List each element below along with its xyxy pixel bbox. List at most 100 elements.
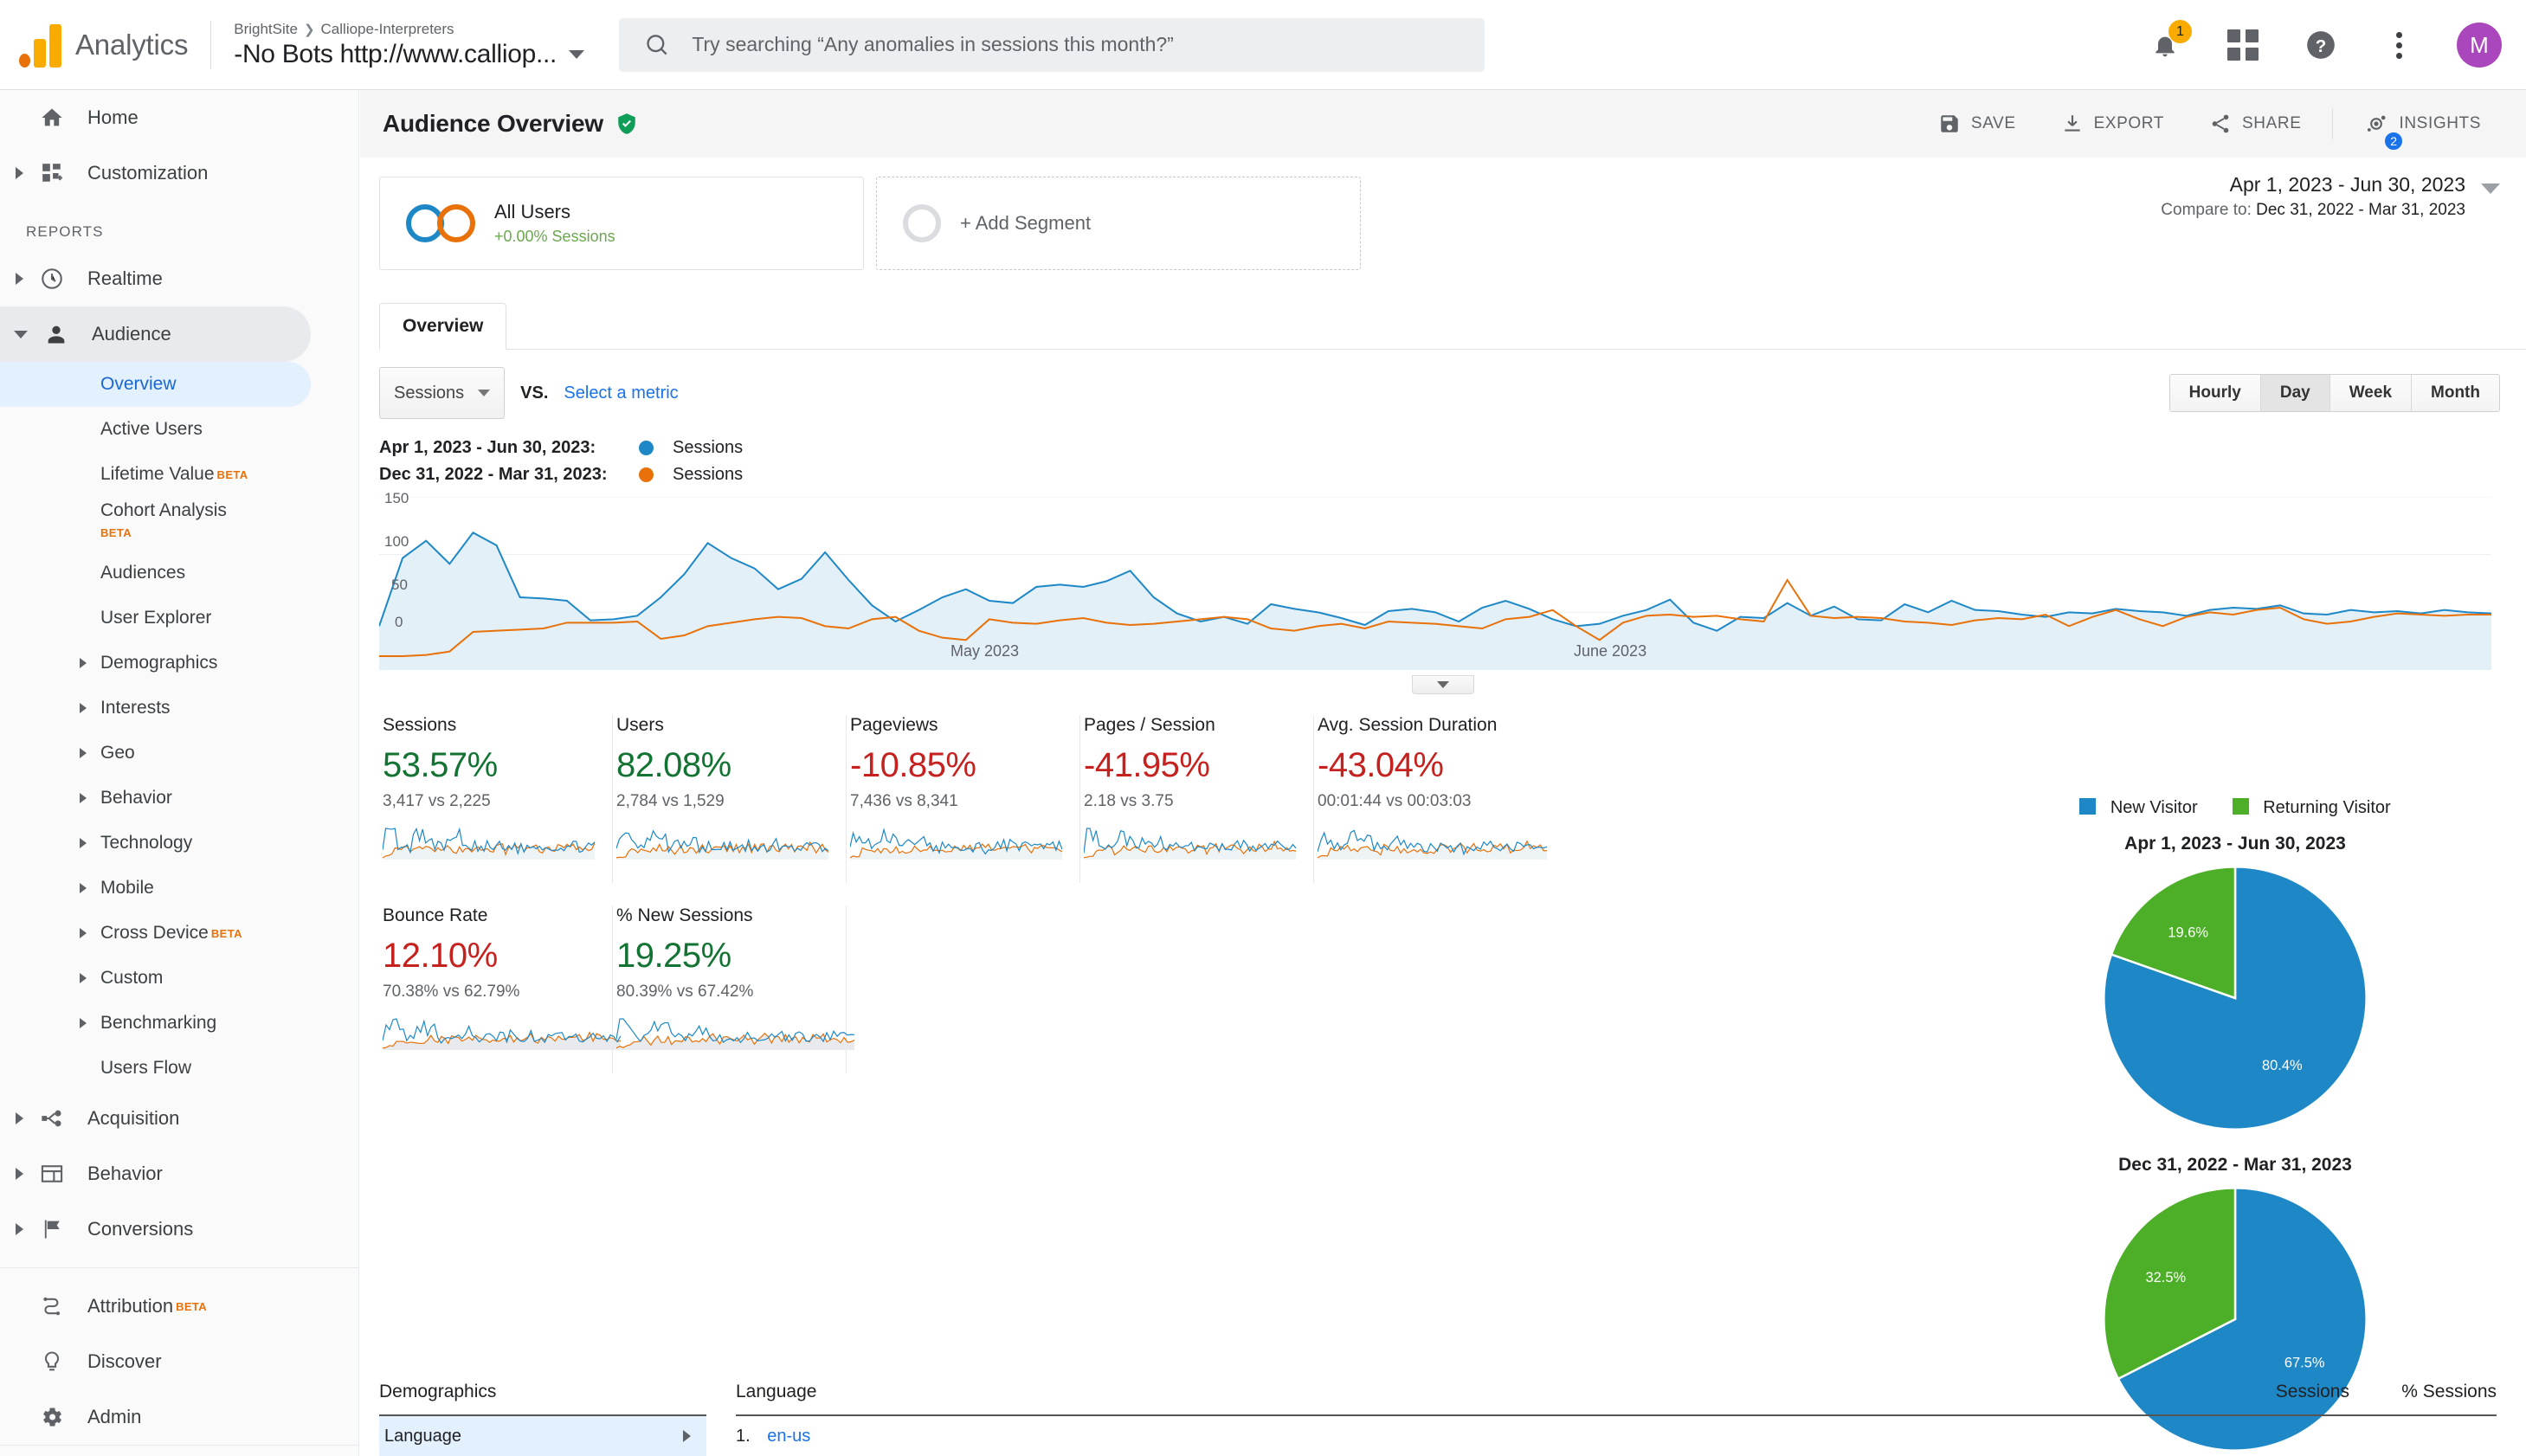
sidebar-item-lifetime-value[interactable]: Lifetime Value BETA xyxy=(0,452,358,497)
metric-card-new-sessions[interactable]: % New Sessions 19.25% 80.39% vs 67.42% xyxy=(613,905,855,1073)
behavior-icon xyxy=(37,1162,67,1186)
y-tick-150: 150 xyxy=(384,490,409,506)
sparkline xyxy=(849,828,1063,860)
sidebar-item-technology[interactable]: Technology xyxy=(0,821,358,866)
bulb-icon xyxy=(37,1350,67,1374)
notification-badge: 1 xyxy=(2168,20,2192,43)
sidebar-item-interests[interactable]: Interests xyxy=(0,686,358,731)
demographics-row-label: Language xyxy=(384,1426,461,1446)
sidebar-item-behavior[interactable]: Behavior xyxy=(0,776,358,821)
chevron-right-icon xyxy=(80,793,87,803)
granularity-hourly[interactable]: Hourly xyxy=(2169,375,2261,411)
sidebar-subitem-label: User Explorer xyxy=(100,608,212,628)
download-icon xyxy=(2064,115,2080,132)
metric-compare: 3,417 vs 2,225 xyxy=(383,792,491,810)
metric-select[interactable]: Sessions xyxy=(379,367,506,419)
sidebar-item-demographics[interactable]: Demographics xyxy=(0,641,358,686)
legend-row: Dec 31, 2022 - Mar 31, 2023: Sessions xyxy=(379,465,2526,485)
granularity-month[interactable]: Month xyxy=(2412,375,2499,411)
help-button[interactable]: ? xyxy=(2301,25,2341,65)
metric-card-pages-per-session[interactable]: Pages / Session -41.95% 2.18 vs 3.75 xyxy=(1080,715,1314,883)
chevron-down-icon[interactable] xyxy=(569,49,585,59)
column-header-sessions: Sessions xyxy=(2275,1382,2349,1401)
sidebar-item-mobile[interactable]: Mobile xyxy=(0,866,358,911)
sidebar-item-benchmarking[interactable]: Benchmarking xyxy=(0,1001,358,1046)
page-header: Audience Overview SAVE EXPORT SHARE 2 IN… xyxy=(360,90,2526,158)
language-link[interactable]: en-us xyxy=(767,1427,810,1446)
beta-badge: BETA xyxy=(210,926,242,940)
collapse-sidebar-button[interactable] xyxy=(0,1445,358,1456)
date-range-picker[interactable]: Apr 1, 2023 - Jun 30, 2023 Compare to: D… xyxy=(2161,173,2500,220)
property-selector[interactable]: BrightSite ❯ Calliope-Interpreters -No B… xyxy=(234,21,585,69)
granularity-week[interactable]: Week xyxy=(2329,375,2413,411)
save-button[interactable]: SAVE xyxy=(1916,113,2039,135)
sidebar-item-acquisition[interactable]: Acquisition xyxy=(0,1091,358,1146)
share-button[interactable]: SHARE xyxy=(2187,113,2323,135)
sidebar-item-label: Admin xyxy=(87,1406,142,1427)
metric-card-pageviews[interactable]: Pageviews -10.85% 7,436 vs 8,341 xyxy=(847,715,1080,883)
chart-collapse-button[interactable] xyxy=(1412,675,1474,694)
sidebar-item-label: Home xyxy=(87,106,139,128)
column-header-pct-sessions: % Sessions xyxy=(2401,1382,2497,1401)
notifications-button[interactable]: 1 xyxy=(2145,20,2192,65)
chevron-down-icon[interactable] xyxy=(2481,184,2500,194)
sidebar-item-active-users[interactable]: Active Users xyxy=(0,407,358,452)
tab-overview[interactable]: Overview xyxy=(379,303,507,350)
sidebar-item-cross-device[interactable]: Cross Device BETA xyxy=(0,911,358,956)
legend-label: Returning Visitor xyxy=(2263,798,2391,817)
select-a-metric-link[interactable]: Select a metric xyxy=(564,383,678,403)
sidebar-item-user-explorer[interactable]: User Explorer xyxy=(0,596,358,641)
sidebar-item-audiences[interactable]: Audiences xyxy=(0,551,358,596)
sidebar-item-conversions[interactable]: Conversions xyxy=(0,1202,358,1257)
more-options-button[interactable] xyxy=(2379,25,2419,65)
metric-card-users[interactable]: Users 82.08% 2,784 vs 1,529 xyxy=(613,715,847,883)
insights-button[interactable]: 2 INSIGHTS xyxy=(2342,112,2503,151)
granularity-toggle: Hourly Day Week Month xyxy=(2168,374,2500,412)
sidebar-item-behavior-main[interactable]: Behavior xyxy=(0,1146,358,1202)
granularity-day[interactable]: Day xyxy=(2260,375,2330,411)
chevron-down-icon xyxy=(1437,681,1449,688)
sidebar-item-cohort-analysis[interactable]: Cohort Analysis BETA xyxy=(0,497,358,551)
svg-text:67.5%: 67.5% xyxy=(2284,1355,2325,1370)
sidebar-item-label: Acquisition xyxy=(87,1107,180,1129)
metric-card-avg-session-duration[interactable]: Avg. Session Duration -43.04% 00:01:44 v… xyxy=(1314,715,1548,883)
attribution-icon xyxy=(37,1294,67,1318)
report-card: All Users +0.00% Sessions + Add Segment … xyxy=(360,158,2526,1456)
add-segment-button[interactable]: + Add Segment xyxy=(876,177,1361,270)
metric-card-bounce-rate[interactable]: Bounce Rate 12.10% 70.38% vs 62.79% xyxy=(379,905,622,1073)
chevron-right-icon xyxy=(80,1018,87,1028)
legend-metric: Sessions xyxy=(673,465,744,484)
top-bar-actions: 1 ? M xyxy=(2145,0,2502,90)
sidebar-item-audience[interactable]: Audience xyxy=(0,306,311,362)
avatar[interactable]: M xyxy=(2457,23,2502,68)
metric-compare: 00:01:44 vs 00:03:03 xyxy=(1318,792,1472,810)
search-input[interactable] xyxy=(692,33,1460,56)
metric-card-sessions[interactable]: Sessions 53.57% 3,417 vs 2,225 xyxy=(379,715,613,883)
sessions-line-chart[interactable]: 150 100 50 0 May 2023 June 2023 xyxy=(379,490,2507,694)
export-button[interactable]: EXPORT xyxy=(2039,113,2187,135)
sidebar-item-label: Audience xyxy=(92,323,171,345)
pie-chart-current-period[interactable]: 80.4% 19.6% xyxy=(2098,861,2372,1135)
sidebar-item-discover[interactable]: Discover xyxy=(0,1334,358,1389)
legend-row: Apr 1, 2023 - Jun 30, 2023: Sessions xyxy=(379,438,2526,458)
sidebar-item-home[interactable]: Home xyxy=(0,90,358,145)
sidebar-item-overview[interactable]: Overview xyxy=(0,362,311,407)
visitor-type-panel: New Visitor Returning Visitor Apr 1, 202… xyxy=(1967,798,2503,1456)
demographics-row-language[interactable]: Language xyxy=(379,1416,706,1456)
sidebar-item-geo[interactable]: Geo xyxy=(0,731,358,776)
beta-badge: BETA xyxy=(176,1299,208,1313)
search-bar[interactable] xyxy=(619,17,1485,72)
metric-name: Avg. Session Duration xyxy=(1318,715,1498,735)
sidebar-subitem-label: Cross Device xyxy=(100,923,209,943)
sidebar-item-admin[interactable]: Admin xyxy=(0,1389,358,1445)
metric-value: 19.25% xyxy=(616,937,731,975)
sidebar-item-users-flow[interactable]: Users Flow xyxy=(0,1046,358,1091)
sidebar-item-customization[interactable]: Customization xyxy=(0,145,358,201)
apps-button[interactable] xyxy=(2223,25,2263,65)
sidebar-item-label: Conversions xyxy=(87,1218,194,1240)
sidebar-item-custom[interactable]: Custom xyxy=(0,956,358,1001)
segment-all-users[interactable]: All Users +0.00% Sessions xyxy=(379,177,864,270)
sidebar-item-realtime[interactable]: Realtime xyxy=(0,251,358,306)
segment-sessions-delta: +0.00% Sessions xyxy=(494,228,615,245)
sidebar-item-attribution[interactable]: Attribution BETA xyxy=(0,1279,358,1334)
